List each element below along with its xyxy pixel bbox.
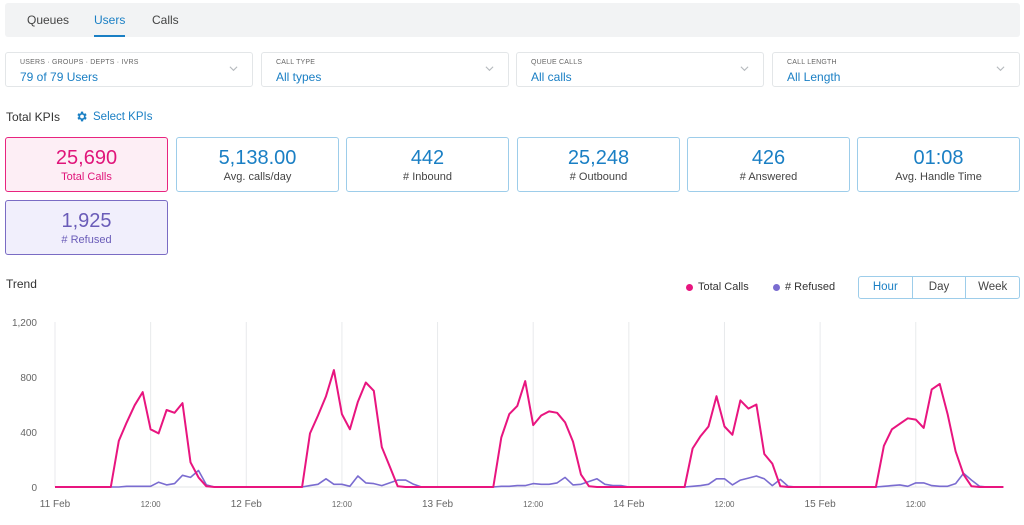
x-tick-label: 12:00 [714,500,735,509]
filter-label: CALL LENGTH [787,59,837,66]
kpi-value: 1,925 [61,210,112,232]
kpi-card-outbound[interactable]: 25,248 # Outbound [517,137,680,192]
tab-users[interactable]: Users [94,3,126,37]
x-tick-label: 12:00 [906,500,927,509]
kpi-label: Avg. calls/day [223,171,292,183]
kpi-value: 442 [410,147,445,169]
filter-value: All types [276,70,322,84]
chevron-down-icon [485,66,494,72]
kpi-label: # Answered [739,171,798,183]
y-axis-ticks: 0 400 800 1,200 [12,318,37,494]
granularity-selector: Hour Day Week [858,276,1020,299]
kpi-label: # Outbound [569,171,628,183]
kpi-card-answered[interactable]: 426 # Answered [687,137,850,192]
granularity-hour-button[interactable]: Hour [859,277,912,298]
kpi-card-inbound[interactable]: 442 # Inbound [346,137,509,192]
kpi-label: # Inbound [403,171,452,183]
kpi-label: Avg. Handle Time [895,171,982,183]
select-kpis-button[interactable]: Select KPIs [75,110,152,123]
legend-label: # Refused [785,281,836,293]
x-tick-label: 11 Feb [40,499,71,510]
trend-title: Trend [6,277,37,291]
kpi-card-avg-calls-day[interactable]: 5,138.00 Avg. calls/day [176,137,339,192]
call-type-filter[interactable]: CALL TYPE All types [261,52,509,87]
kpi-value: 5,138.00 [218,147,297,169]
x-tick-label: 12:00 [523,500,544,509]
select-kpis-label: Select KPIs [93,110,153,123]
x-tick-label: 13 Feb [422,499,454,510]
kpi-card-total-calls[interactable]: 25,690 Total Calls [5,137,168,192]
granularity-week-button[interactable]: Week [965,277,1019,298]
kpi-value: 426 [751,147,786,169]
filter-label: USERS · GROUPS · DEPTS · IVRS [20,59,139,66]
filter-label: QUEUE CALLS [531,59,583,66]
users-groups-filter[interactable]: USERS · GROUPS · DEPTS · IVRS 79 of 79 U… [5,52,253,87]
chevron-down-icon [996,66,1005,72]
kpi-card-avg-handle-time[interactable]: 01:08 Avg. Handle Time [857,137,1020,192]
legend-item-total-calls[interactable]: Total Calls [686,281,749,293]
x-axis-ticks: 11 Feb 12:00 12 Feb 12:00 13 Feb 12:00 14 Feb 1… [40,499,927,510]
y-tick-label: 400 [20,428,37,439]
x-tick-label: 12:00 [141,500,162,509]
x-tick-label: 12 Feb [231,499,263,510]
kpi-value: 25,690 [55,147,118,169]
legend-item-refused[interactable]: # Refused [773,281,835,293]
y-tick-label: 1,200 [12,318,37,329]
tab-queues[interactable]: Queues [27,3,69,37]
filter-value: 79 of 79 Users [20,70,99,84]
x-tick-label: 14 Feb [613,499,645,510]
kpi-section-title: Total KPIs [6,110,61,124]
series-line-total-calls [55,369,1004,488]
x-tick-label: 12:00 [332,500,353,509]
queue-calls-filter[interactable]: QUEUE CALLS All calls [516,52,764,87]
kpi-value: 01:08 [913,147,964,169]
x-tick-label: 15 Feb [805,499,837,510]
tab-bar: Queues Users Calls [5,3,1020,37]
call-length-filter[interactable]: CALL LENGTH All Length [772,52,1020,87]
kpi-value: 25,248 [567,147,630,169]
y-tick-label: 800 [20,373,37,384]
chart-series [55,369,1004,488]
filter-value: All Length [787,70,841,84]
legend-dot-icon [773,283,780,291]
chevron-down-icon [229,66,238,72]
legend-dot-icon [686,283,693,291]
gear-icon [77,111,87,122]
trend-chart: 0 400 800 1,200 11 Feb 12:00 12 Feb 12:00 13 Fe… [12,318,1004,510]
y-tick-label: 0 [31,483,37,494]
kpi-label: # Refused [61,234,112,246]
filter-value: All calls [531,70,572,84]
granularity-day-button[interactable]: Day [911,277,966,298]
kpi-label: Total Calls [61,171,112,183]
kpi-card-refused[interactable]: 1,925 # Refused [5,200,168,255]
tab-calls[interactable]: Calls [152,3,179,37]
filter-label: CALL TYPE [276,59,316,66]
legend-label: Total Calls [698,281,749,293]
chevron-down-icon [740,66,749,72]
